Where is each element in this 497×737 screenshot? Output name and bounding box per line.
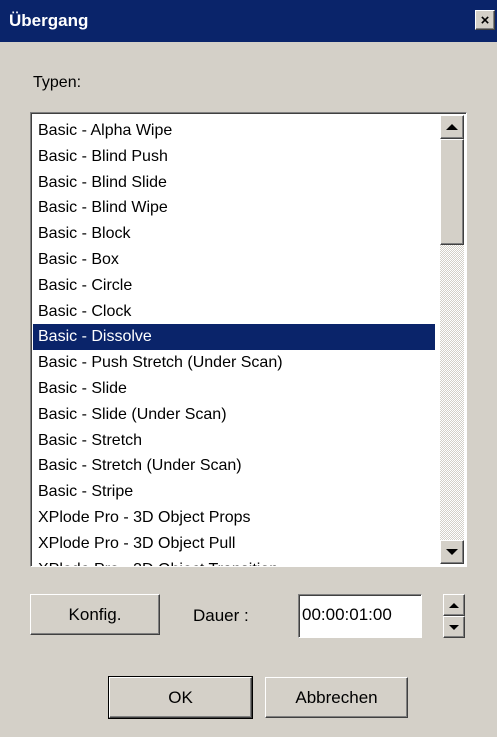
close-button[interactable]: × [475, 10, 495, 30]
vertical-scrollbar[interactable] [440, 115, 464, 564]
scrollbar-thumb[interactable] [440, 139, 464, 245]
arrow-up-icon [446, 124, 458, 130]
list-item[interactable]: Basic - Blind Push [33, 144, 435, 170]
config-button[interactable]: Konfig. [30, 594, 160, 635]
list-item[interactable]: Basic - Stretch [33, 428, 435, 454]
duration-spin-up[interactable] [443, 594, 465, 616]
title-bar: Übergang [0, 0, 497, 42]
types-listbox[interactable]: Basic - Alpha Wipe Basic - Blind Push Basi… [30, 112, 467, 567]
list-item[interactable]: Basic - Alpha Wipe [33, 118, 435, 144]
list-item[interactable]: Basic - Box [33, 247, 435, 273]
list-item[interactable]: Basic - Stripe [33, 479, 435, 505]
cancel-button[interactable]: Abbrechen [265, 677, 408, 718]
types-list: Basic - Alpha Wipe Basic - Blind Push Basi… [33, 118, 435, 566]
list-item-selected[interactable]: Basic - Dissolve [33, 324, 435, 351]
list-item[interactable]: Basic - Circle [33, 273, 435, 299]
list-item[interactable]: Basic - Clock [33, 299, 435, 325]
list-item[interactable]: Basic - Push Stretch (Under Scan) [33, 350, 435, 376]
list-item[interactable]: Basic - Blind Wipe [33, 195, 435, 221]
list-item[interactable]: Basic - Block [33, 221, 435, 247]
list-item[interactable]: XPlode Pro - 3D Object Props [33, 505, 435, 531]
list-item[interactable]: Basic - Stretch (Under Scan) [33, 453, 435, 479]
arrow-up-icon [449, 602, 459, 608]
list-item[interactable]: Basic - Slide [33, 376, 435, 402]
list-item[interactable]: XPlode Pro - 3D Object Transition [33, 557, 435, 566]
window-title: Übergang [9, 11, 89, 30]
arrow-down-icon [446, 549, 458, 555]
duration-input[interactable]: 00:00:01:00 [298, 594, 422, 638]
scroll-down-button[interactable] [440, 540, 464, 564]
list-item[interactable]: XPlode Pro - 3D Object Pull [33, 531, 435, 557]
types-label: Typen: [33, 74, 82, 91]
close-icon: × [480, 11, 490, 29]
duration-spin-down[interactable] [443, 616, 465, 638]
list-item[interactable]: Basic - Blind Slide [33, 170, 435, 196]
ok-button[interactable]: OK [108, 676, 253, 719]
duration-label: Dauer : [193, 606, 249, 625]
scroll-up-button[interactable] [440, 115, 464, 139]
list-item[interactable]: Basic - Slide (Under Scan) [33, 402, 435, 428]
arrow-down-icon [449, 624, 459, 630]
